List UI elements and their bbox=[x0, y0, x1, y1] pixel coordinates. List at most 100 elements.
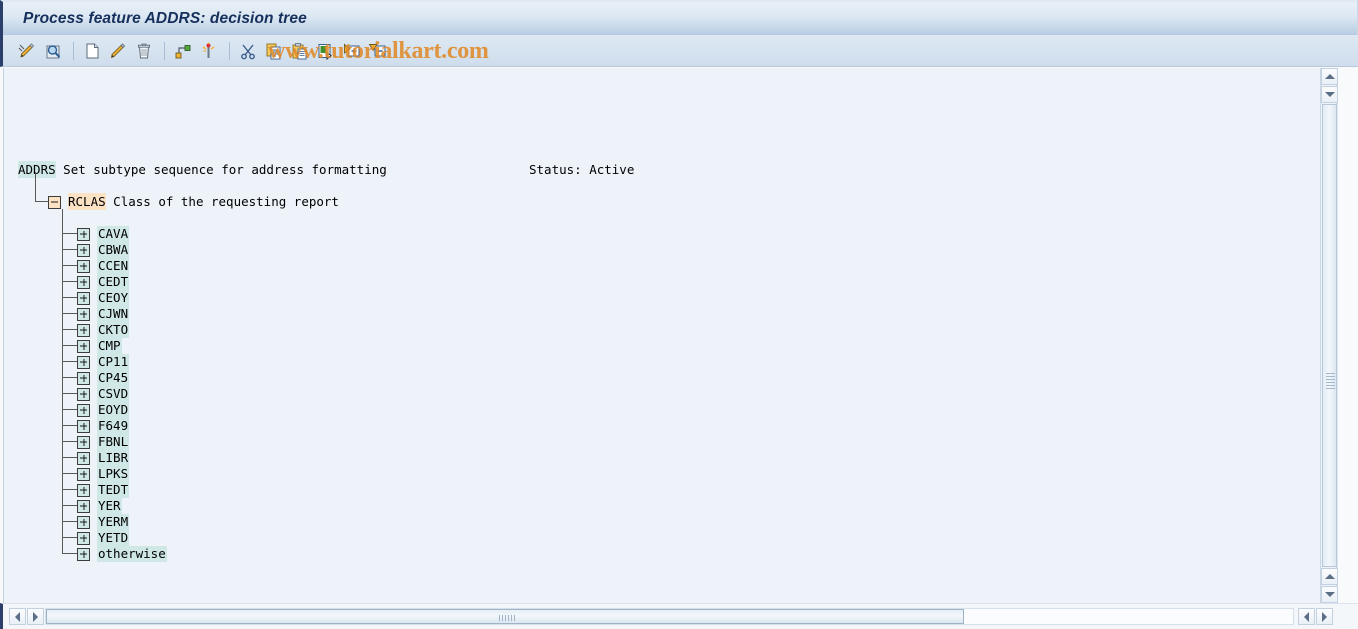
expand-plus-icon[interactable] bbox=[77, 531, 90, 545]
tree-child-node[interactable]: CJWN bbox=[77, 306, 130, 322]
structure-button[interactable] bbox=[171, 39, 195, 63]
tree-child-node[interactable]: otherwise bbox=[77, 546, 167, 562]
decision-tree-pane[interactable]: ADDRS Set subtype sequence for address f… bbox=[4, 68, 1325, 603]
change-mode-button[interactable] bbox=[15, 39, 39, 63]
tree-child-label[interactable]: CKTO bbox=[97, 322, 130, 338]
tree-child-node[interactable]: CEOY bbox=[77, 290, 130, 306]
tree-child-label[interactable]: CSVD bbox=[97, 386, 130, 402]
horizontal-scrollbar-row bbox=[0, 603, 1358, 629]
create-button[interactable] bbox=[80, 39, 104, 63]
expand-plus-icon[interactable] bbox=[77, 275, 90, 289]
expand-plus-icon[interactable] bbox=[77, 499, 90, 513]
vertical-scroll-track[interactable] bbox=[1322, 104, 1337, 567]
expand-plus-icon[interactable] bbox=[77, 467, 90, 481]
tree-child-label[interactable]: CMP bbox=[97, 338, 122, 354]
tree-child-label[interactable]: YER bbox=[97, 498, 122, 514]
tree-node-rclas[interactable]: RCLAS Class of the requesting report bbox=[48, 193, 339, 210]
display-mode-button[interactable] bbox=[41, 39, 65, 63]
tree-child-node[interactable]: CP11 bbox=[77, 354, 130, 370]
scroll-up-button[interactable] bbox=[1321, 68, 1338, 85]
vertical-scroll-grip[interactable] bbox=[1326, 373, 1335, 389]
tree-child-node[interactable]: YER bbox=[77, 498, 122, 514]
tree-child-label[interactable]: FBNL bbox=[97, 434, 130, 450]
folder-collapse-icon[interactable] bbox=[48, 195, 61, 209]
expand-plus-icon[interactable] bbox=[77, 243, 90, 257]
expand-subtree-button[interactable] bbox=[340, 39, 364, 63]
vertical-scrollbar[interactable] bbox=[1320, 68, 1338, 603]
tree-child-label[interactable]: TEDT bbox=[97, 482, 130, 498]
tree-child-label[interactable]: LIBR bbox=[97, 450, 130, 466]
copy-button[interactable] bbox=[262, 39, 286, 63]
tree-child-label[interactable]: EOYD bbox=[97, 402, 130, 418]
expand-plus-icon[interactable] bbox=[77, 355, 90, 369]
tree-child-label[interactable]: otherwise bbox=[97, 546, 167, 562]
tree-child-label[interactable]: YERM bbox=[97, 514, 130, 530]
expand-plus-icon[interactable] bbox=[77, 435, 90, 449]
sap-gui-window: Process feature ADDRS: decision tree www… bbox=[0, 0, 1358, 629]
expand-plus-icon[interactable] bbox=[77, 323, 90, 337]
attributes-button[interactable] bbox=[197, 39, 221, 63]
tree-child-node[interactable]: FBNL bbox=[77, 434, 130, 450]
expand-plus-icon[interactable] bbox=[77, 515, 90, 529]
tree-child-node[interactable]: F649 bbox=[77, 418, 130, 434]
expand-plus-icon[interactable] bbox=[77, 451, 90, 465]
tree-child-node[interactable]: CP45 bbox=[77, 370, 130, 386]
tree-child-label[interactable]: CBWA bbox=[97, 242, 130, 258]
scroll-left-button[interactable] bbox=[9, 608, 26, 625]
expand-plus-icon[interactable] bbox=[77, 227, 90, 241]
tree-child-label[interactable]: CAVA bbox=[97, 226, 130, 242]
paste-button[interactable] bbox=[288, 39, 312, 63]
tree-child-node[interactable]: CMP bbox=[77, 338, 122, 354]
horizontal-scroll-track[interactable] bbox=[45, 608, 1294, 625]
insert-node-button[interactable] bbox=[314, 39, 338, 63]
tree-child-label[interactable]: CP11 bbox=[97, 354, 130, 370]
tree-root-row[interactable]: ADDRS Set subtype sequence for address f… bbox=[18, 161, 387, 178]
tree-child-node[interactable]: CSVD bbox=[77, 386, 130, 402]
tree-connector-elbow bbox=[62, 521, 77, 522]
expand-plus-icon[interactable] bbox=[77, 291, 90, 305]
scroll-right-button[interactable] bbox=[1316, 608, 1333, 625]
scroll-left-button-right[interactable] bbox=[1298, 608, 1315, 625]
tree-child-label[interactable]: YETD bbox=[97, 530, 130, 546]
copy-icon bbox=[264, 41, 284, 61]
expand-plus-icon[interactable] bbox=[77, 483, 90, 497]
tree-child-label[interactable]: CJWN bbox=[97, 306, 130, 322]
tree-child-node[interactable]: CCEN bbox=[77, 258, 130, 274]
tree-child-node[interactable]: TEDT bbox=[77, 482, 130, 498]
expand-plus-icon[interactable] bbox=[77, 547, 90, 561]
tree-child-node[interactable]: LIBR bbox=[77, 450, 130, 466]
delete-button[interactable] bbox=[132, 39, 156, 63]
scroll-right-button-left[interactable] bbox=[27, 608, 44, 625]
tree-child-label[interactable]: CEDT bbox=[97, 274, 130, 290]
expand-plus-icon[interactable] bbox=[77, 371, 90, 385]
tree-child-node[interactable]: CKTO bbox=[77, 322, 130, 338]
tree-root-code[interactable]: ADDRS bbox=[18, 161, 56, 178]
tree-child-node[interactable]: CBWA bbox=[77, 242, 130, 258]
tree-child-label[interactable]: LPKS bbox=[97, 466, 130, 482]
tree-child-label[interactable]: CEOY bbox=[97, 290, 130, 306]
scroll-up-button-bottom[interactable] bbox=[1321, 568, 1338, 585]
tree-child-label[interactable]: CP45 bbox=[97, 370, 130, 386]
tree-child-label[interactable]: CCEN bbox=[97, 258, 130, 274]
expand-plus-icon[interactable] bbox=[77, 419, 90, 433]
expand-plus-icon[interactable] bbox=[77, 339, 90, 353]
scroll-down-button[interactable] bbox=[1321, 586, 1338, 603]
horizontal-scroll-thumb[interactable] bbox=[46, 609, 964, 624]
tree-child-node[interactable]: YERM bbox=[77, 514, 130, 530]
tree-child-node[interactable]: CEDT bbox=[77, 274, 130, 290]
collapse-subtree-button[interactable] bbox=[366, 39, 390, 63]
expand-plus-icon[interactable] bbox=[77, 259, 90, 273]
scroll-left-icon bbox=[1304, 611, 1309, 622]
cut-button[interactable] bbox=[236, 39, 260, 63]
expand-plus-icon[interactable] bbox=[77, 307, 90, 321]
expand-plus-icon[interactable] bbox=[77, 387, 90, 401]
tree-child-node[interactable]: CAVA bbox=[77, 226, 130, 242]
content-panel: ADDRS Set subtype sequence for address f… bbox=[3, 68, 1358, 603]
tree-child-label[interactable]: F649 bbox=[97, 418, 130, 434]
tree-child-node[interactable]: LPKS bbox=[77, 466, 130, 482]
edit-node-button[interactable] bbox=[106, 39, 130, 63]
expand-plus-icon[interactable] bbox=[77, 403, 90, 417]
tree-child-node[interactable]: EOYD bbox=[77, 402, 130, 418]
scroll-down-button-top[interactable] bbox=[1321, 86, 1338, 103]
tree-child-node[interactable]: YETD bbox=[77, 530, 130, 546]
